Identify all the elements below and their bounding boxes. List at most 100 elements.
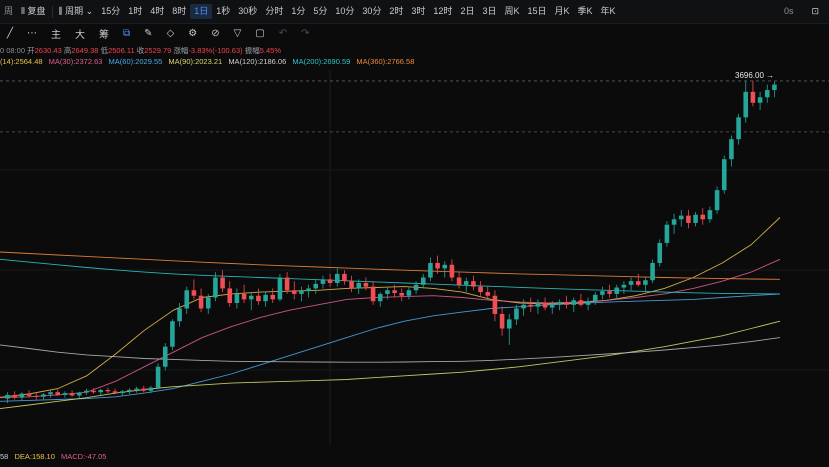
line-tool-icon[interactable]: ╱ (0, 28, 20, 39)
interval-3d[interactable]: 3日 (478, 4, 500, 19)
toolbar-left-partial[interactable]: 周 (0, 4, 17, 19)
ma-line-ma120 (0, 337, 781, 363)
candle-body (456, 277, 462, 285)
candle-body (198, 295, 204, 309)
big-order-button[interactable]: 大 (68, 26, 92, 41)
candle (291, 281, 297, 300)
candle (736, 113, 741, 145)
redo-icon[interactable]: ↷ (294, 28, 316, 39)
candle-body (84, 390, 89, 393)
interval-4h[interactable]: 4时 (146, 4, 168, 19)
candle (420, 273, 426, 289)
candle (714, 186, 720, 214)
divider (51, 5, 53, 18)
change-value: -3.83%(-100.63) (188, 46, 243, 55)
candle-body (141, 388, 147, 391)
change-label: 涨幅 (173, 46, 189, 55)
candle (428, 257, 433, 282)
interval-15d[interactable]: 15日 (523, 4, 550, 19)
camera-icon[interactable]: ⊡ (807, 4, 823, 19)
interval-1d[interactable]: 1日 (190, 4, 213, 19)
low-label: 低 (100, 46, 109, 55)
interval-month[interactable]: 月K (551, 4, 574, 19)
candle (600, 286, 605, 300)
interval-30m[interactable]: 30分 (358, 4, 385, 19)
interval-12h[interactable]: 12时 (429, 4, 456, 19)
candle-body (105, 390, 111, 392)
candle (334, 268, 340, 287)
candle (327, 273, 333, 287)
drawing-toolbar: ╱ ⋯ 主 大 筹 ⧉ ✎ ◇ ⚙ ⊘ ▽ ▢ ↶ ↷ (0, 24, 829, 42)
candle-body (521, 304, 526, 309)
candle-body (643, 280, 648, 285)
chips-button[interactable]: 筹 (92, 26, 116, 41)
interval-1s[interactable]: 1秒 (212, 4, 234, 19)
chevron-down-icon: ⌄ (83, 6, 94, 16)
candle-body (506, 319, 512, 329)
interval-1h[interactable]: 1时 (124, 4, 146, 19)
gear-icon[interactable]: ⚙ (181, 28, 204, 39)
interval-15m[interactable]: 15分 (97, 4, 124, 19)
main-indicator-button[interactable]: 主 (44, 26, 68, 41)
open-value: 2630.43 (34, 46, 62, 55)
candle-body (406, 290, 412, 296)
candle-body (227, 288, 233, 304)
candle-body (678, 215, 684, 220)
candle-body (76, 392, 82, 396)
candle (320, 275, 326, 289)
interval-week[interactable]: 周K (500, 4, 523, 19)
interval-10m[interactable]: 10分 (331, 4, 358, 19)
candle-body (205, 297, 211, 309)
candle (614, 284, 620, 300)
eraser-icon[interactable]: ◇ (160, 28, 182, 39)
interval-timeshare[interactable]: 分时 (261, 4, 287, 19)
candle-body (342, 273, 347, 282)
candle-body (707, 210, 713, 220)
candle-body (234, 293, 240, 304)
candle (62, 391, 68, 398)
interval-2h[interactable]: 2时 (385, 4, 407, 19)
pencil-icon[interactable]: ✎ (137, 28, 159, 39)
candle-body (327, 279, 333, 283)
delete-icon[interactable]: ▢ (248, 28, 271, 39)
candle-body (277, 277, 283, 300)
interval-3h[interactable]: 3时 (407, 4, 429, 19)
candle-body (191, 290, 197, 296)
copy-icon[interactable]: ⧉ (116, 28, 137, 39)
candle (299, 286, 304, 302)
interval-1m[interactable]: 1分 (287, 4, 309, 19)
interval-2d[interactable]: 2日 (456, 4, 478, 19)
candle (750, 80, 756, 107)
interval-5m[interactable]: 5分 (309, 4, 331, 19)
ma-legend: (14):2564.48 MA(30):2372.63 MA(60):2029.… (0, 57, 418, 66)
undo-icon[interactable]: ↶ (272, 28, 294, 39)
candle (91, 388, 96, 394)
filter-icon[interactable]: ▽ (227, 28, 249, 39)
interval-30s[interactable]: 30秒 (234, 4, 261, 19)
candle-body (420, 277, 426, 285)
candle (19, 392, 25, 401)
candle (542, 297, 548, 311)
candle-body (241, 293, 247, 300)
candle-body (356, 282, 362, 289)
candle (557, 299, 562, 311)
candle-body (291, 290, 297, 294)
candle (33, 392, 39, 400)
eye-off-icon[interactable]: ⊘ (204, 28, 226, 39)
candle (363, 277, 369, 291)
ma60-legend: MA(60):2029.55 (108, 57, 163, 66)
interval-8h[interactable]: 8时 (168, 4, 190, 19)
candle (220, 270, 225, 293)
more-icon[interactable]: ⋯ (20, 28, 44, 39)
candle (700, 208, 706, 225)
replay-button[interactable]: ⦀ 复盘 (17, 4, 49, 19)
interval-year[interactable]: 年K (597, 4, 620, 19)
candle-body (98, 390, 104, 393)
candle-body (614, 287, 620, 294)
candle-body (19, 393, 25, 398)
candlestick-chart[interactable]: 3696.00 → (0, 0, 829, 467)
period-dropdown[interactable]: ⫼ 周期 ⌄ (55, 4, 98, 19)
candle (5, 392, 10, 404)
interval-quarter[interactable]: 季K (574, 4, 597, 19)
candle-body (263, 294, 268, 302)
